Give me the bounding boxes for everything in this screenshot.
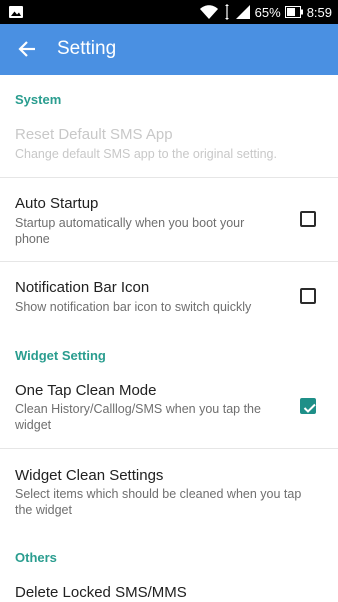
pref-summary: Show notification bar icon to switch qui… — [15, 300, 252, 314]
battery-icon — [284, 6, 303, 18]
pref-title: Notification Bar Icon — [15, 279, 150, 296]
pref-title: Widget Clean Settings — [15, 467, 164, 484]
divider — [0, 177, 338, 178]
back-arrow-icon[interactable] — [16, 38, 38, 60]
pref-title: Auto Startup — [15, 195, 99, 212]
wifi-icon — [199, 5, 218, 19]
pref-summary-line1: Clean History/Calllog/SMS when you tap t… — [15, 402, 261, 416]
data-arrows-icon — [224, 4, 229, 20]
section-header-system: System — [15, 92, 62, 107]
pref-title: Reset Default SMS App — [15, 126, 173, 143]
divider — [0, 261, 338, 262]
section-header-others: Others — [15, 550, 57, 565]
pref-title: One Tap Clean Mode — [15, 382, 157, 399]
notification-bar-icon-checkbox[interactable] — [300, 288, 316, 304]
clock: 8:59 — [306, 4, 332, 20]
pref-summary-line2: the widget — [15, 503, 72, 517]
auto-startup-checkbox[interactable] — [300, 211, 316, 227]
page-title: Setting — [57, 38, 117, 59]
pref-summary-line1: Startup automatically when you boot your — [15, 216, 245, 230]
pref-summary-line2: widget — [15, 418, 52, 432]
image-notification-icon — [9, 6, 23, 18]
status-icons: 65% 8:59 — [199, 0, 332, 24]
one-tap-clean-checkbox[interactable] — [300, 398, 316, 414]
pref-summary-line2: phone — [15, 232, 50, 246]
check-icon — [303, 403, 316, 413]
battery-percent: 65% — [254, 4, 281, 20]
pref-summary-line1: Select items which should be cleaned whe… — [15, 487, 302, 501]
pref-summary: Change default SMS app to the original s… — [15, 147, 277, 161]
pref-title: Delete Locked SMS/MMS — [15, 584, 187, 601]
divider — [0, 448, 338, 449]
section-header-widget: Widget Setting — [15, 348, 106, 363]
signal-icon — [235, 5, 250, 19]
status-bar: 65% 8:59 — [0, 0, 338, 24]
app-bar: Setting — [0, 24, 338, 75]
